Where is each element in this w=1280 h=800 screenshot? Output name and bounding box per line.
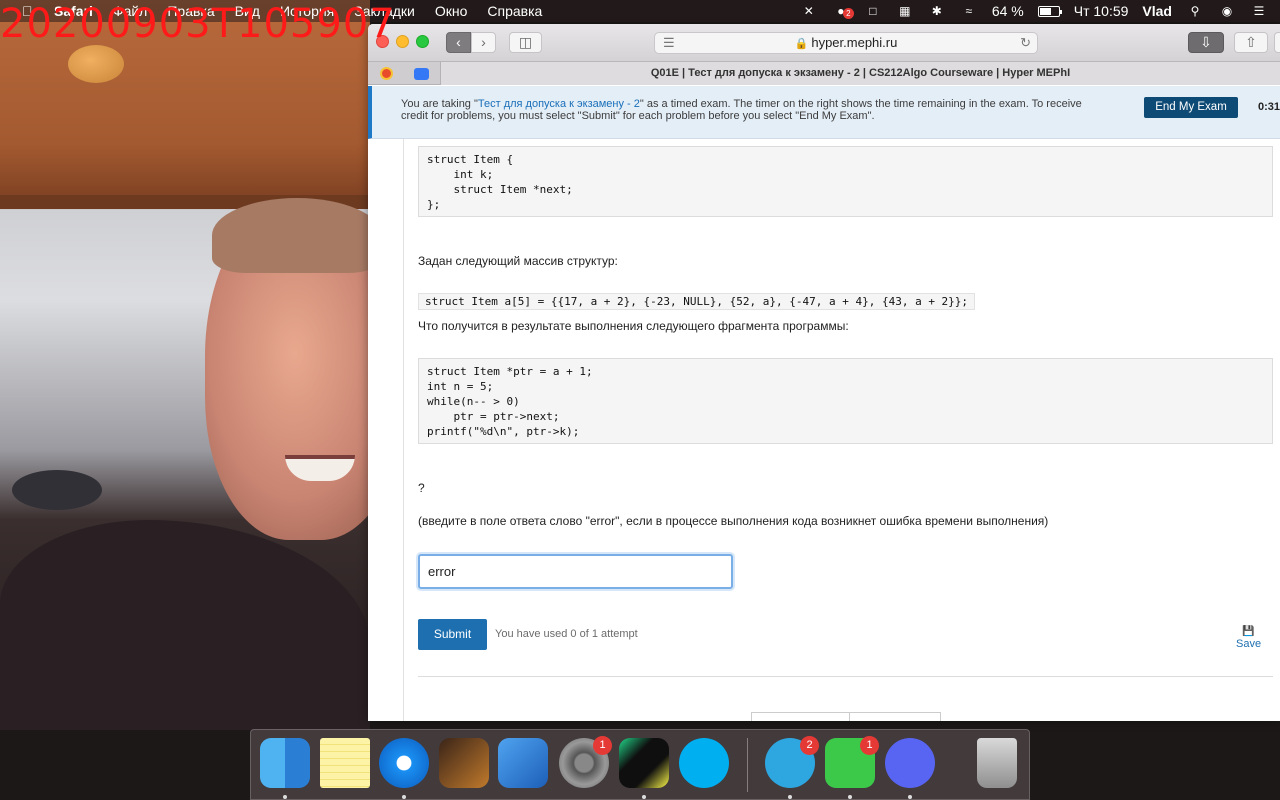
end-exam-button[interactable]: End My Exam [1144,97,1238,118]
notification-badge: 2 [842,8,854,19]
running-indicator [283,795,287,799]
bluetooth-icon[interactable]: ✱ [928,4,946,18]
fullscreen-window-button[interactable] [416,35,429,48]
skype-icon[interactable] [679,738,729,788]
exam-link[interactable]: Тест для допуска к экзамену - 2 [478,98,640,110]
battery-fill [1039,7,1052,15]
downloads-button[interactable]: ⇩ [1188,32,1224,53]
address-bar[interactable]: ☰ 🔒 hyper.mephi.ru ↻ [654,32,1038,54]
chevron-left-icon: ‹ [456,34,461,50]
pinned-tab-2[interactable] [406,64,436,82]
spotlight-search-icon[interactable]: ⚲ [1186,4,1204,18]
exam-banner-message: You are taking "Тест для допуска к экзам… [401,98,1111,122]
browser-toolbar: ‹ › ◫ ☰ 🔒 hyper.mephi.ru ↻ ⇩ ⇧ [368,24,1280,62]
sidebar-toggle-button[interactable]: ◫ [509,32,542,53]
keyboard-flag-icon[interactable]: ▦ [896,4,914,18]
discord-icon[interactable] [885,738,935,788]
download-icon: ⇩ [1200,34,1212,50]
garageband-icon[interactable] [439,738,489,788]
forward-button[interactable]: › [471,32,496,53]
background-lamp [12,470,102,510]
timed-exam-banner: You are taking "Тест для допуска к экзам… [368,86,1280,139]
chevron-right-icon: › [481,34,486,50]
share-icon: ⇧ [1245,34,1257,50]
running-indicator [642,795,646,799]
system-preferences-badge: 1 [593,736,612,755]
running-indicator [402,795,406,799]
menu-help[interactable]: Справка [487,3,542,19]
share-button[interactable]: ⇧ [1234,32,1268,53]
running-indicator [908,795,912,799]
muted-mic-icon[interactable]: ✕ [800,4,818,18]
pinned-chat-icon [413,67,429,80]
answer-hint: (введите в поле ответа слово "error", ес… [418,514,1049,528]
dock: 1 2 1 [250,729,1030,800]
pinned-tab-1[interactable] [371,64,401,82]
finder-icon[interactable] [260,738,310,788]
attempts-text: You have used 0 of 1 attempt [495,628,638,640]
problem-area: struct Item { int k; struct Item *next; … [403,139,1280,721]
running-indicator [788,795,792,799]
status-area: ✕ ● 2 □ ▦ ✱ ≈ 64 % Чт 10:59 Vlad ⚲ ◉ ☰ [800,0,1268,22]
background-object [68,45,124,83]
save-label: Save [1236,638,1262,650]
banner-text-start: You are taking " [401,98,478,110]
reader-view-icon[interactable]: ☰ [663,33,675,53]
exam-timer: 0:31: [1258,101,1280,113]
answer-input[interactable]: error [418,554,733,589]
reload-icon[interactable]: ↻ [1020,33,1031,53]
divider [418,676,1273,677]
question-mark: ? [418,481,425,495]
telegram-badge: 2 [800,736,819,755]
messages-icon[interactable]: □ [864,4,882,18]
wifi-icon[interactable]: ≈ [960,4,978,18]
running-indicator [848,795,852,799]
notification-icon[interactable]: ● 2 [832,4,854,19]
siri-icon[interactable]: ◉ [1218,4,1236,18]
array-intro-text: Задан следующий массив структур: [418,254,618,268]
notes-icon[interactable] [320,738,370,788]
submit-button[interactable]: Submit [418,619,487,650]
person-hair [212,198,370,273]
back-button[interactable]: ‹ [446,32,471,53]
person-shirt [0,520,370,730]
xcode-icon[interactable] [498,738,548,788]
minimize-window-button[interactable] [396,35,409,48]
user-name[interactable]: Vlad [1142,3,1172,19]
sequence-nav-buttons[interactable] [751,712,941,721]
page-content: You are taking "Тест для допуска к экзам… [368,86,1280,721]
sidebar-icon: ◫ [518,34,533,50]
save-button[interactable]: 💾 Save [1236,626,1261,650]
lock-icon: 🔒 [794,38,809,50]
active-tab[interactable]: Q01E | Тест для допуска к экзамену - 2 |… [440,62,1280,85]
facetime-badge: 1 [860,736,879,755]
menu-window[interactable]: Окно [435,3,468,19]
trash-icon[interactable] [977,738,1017,788]
url-text: hyper.mephi.ru [811,35,898,50]
clock[interactable]: Чт 10:59 [1074,3,1129,19]
tab-bar: Q01E | Тест для допуска к экзамену - 2 |… [368,62,1280,85]
safari-window: ‹ › ◫ ☰ 🔒 hyper.mephi.ru ↻ ⇩ ⇧ Q01E | Тес… [368,24,1280,721]
save-icon: 💾 [1242,626,1255,637]
notification-center-icon[interactable]: ☰ [1250,4,1268,18]
new-tab-button[interactable] [1274,32,1280,53]
dock-separator [747,738,748,792]
recording-timestamp: 20200903T105907 [0,1,396,47]
pinned-site-icon [379,67,393,81]
timestamp-layer: 20200903T105907 [0,0,395,50]
battery-icon[interactable] [1037,5,1062,17]
battery-percent[interactable]: 64 % [992,3,1024,19]
question-text: Что получится в результате выполнения сл… [418,319,849,333]
pycharm-icon[interactable] [619,738,669,788]
webcam-overlay [0,0,370,730]
program-fragment-code: struct Item *ptr = a + 1; int n = 5; whi… [418,358,1273,444]
struct-definition-code: struct Item { int k; struct Item *next; … [418,146,1273,217]
array-initializer-code: struct Item a[5] = {{17, a + 2}, {-23, N… [418,293,976,310]
safari-icon[interactable] [379,738,429,788]
